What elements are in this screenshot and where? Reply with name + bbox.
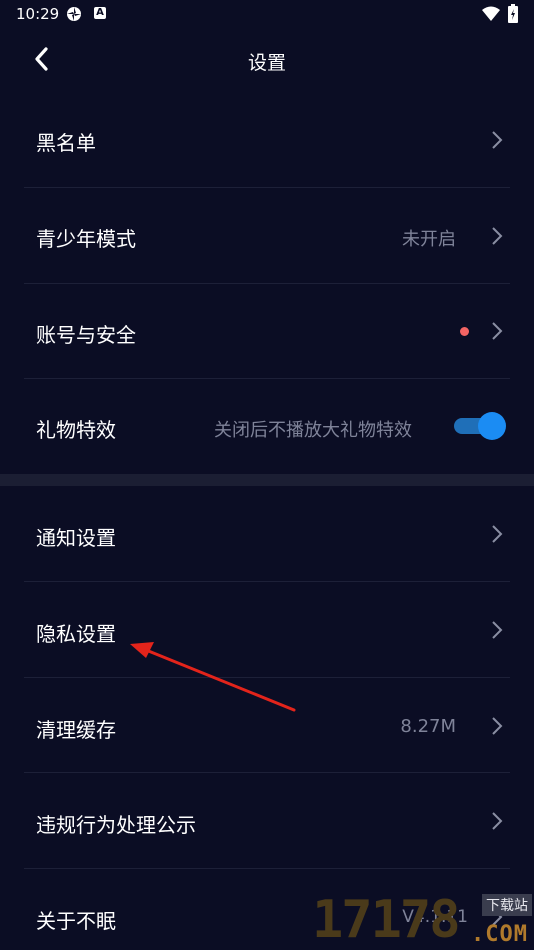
page-title: 设置 [247, 52, 286, 74]
chevron-right-icon [492, 131, 503, 149]
setting-label: 违规行为处理公示 [36, 813, 196, 837]
a-badge-icon: A [94, 7, 106, 19]
watermark-number: 17178 [312, 890, 461, 950]
setting-label: 青少年模式 [36, 227, 136, 251]
setting-label: 账号与安全 [36, 323, 136, 347]
section-separator [0, 474, 534, 486]
chevron-right-icon [492, 812, 503, 830]
setting-teen-mode[interactable]: 青少年模式 未开启 [0, 188, 534, 283]
watermark-domain: .COM [471, 922, 528, 947]
cache-size: 8.27M [400, 716, 456, 737]
chevron-right-icon [492, 717, 503, 735]
setting-gift-effects: 礼物特效 关闭后不播放大礼物特效 [0, 379, 534, 474]
setting-value: 未开启 [402, 229, 456, 250]
setting-privacy[interactable]: 隐私设置 [0, 582, 534, 677]
setting-account-security[interactable]: 账号与安全 [0, 284, 534, 378]
setting-label: 隐私设置 [36, 622, 116, 646]
watermark-logo: 17178 下载站 .COM [308, 888, 534, 950]
setting-label: 通知设置 [36, 526, 116, 550]
setting-hint: 关闭后不播放大礼物特效 [214, 420, 412, 441]
status-bar: 10:29 A [0, 0, 534, 30]
watermark-badge: 下载站 [482, 894, 532, 916]
status-time: 10:29 [16, 5, 60, 23]
setting-violation-notice[interactable]: 违规行为处理公示 [0, 773, 534, 868]
setting-blacklist[interactable]: 黑名单 [0, 92, 534, 187]
chevron-right-icon [492, 621, 503, 639]
battery-icon [508, 4, 518, 23]
setting-notifications[interactable]: 通知设置 [0, 486, 534, 581]
alert-dot [460, 327, 469, 336]
setting-clear-cache[interactable]: 清理缓存 8.27M [0, 678, 534, 773]
setting-label: 清理缓存 [36, 718, 116, 742]
header-bar: 设置 [0, 30, 534, 90]
setting-label: 关于不眠 [36, 909, 116, 933]
gift-effects-toggle[interactable] [454, 412, 506, 440]
setting-label: 黑名单 [36, 131, 96, 155]
chevron-right-icon [492, 227, 503, 245]
wifi-icon [482, 6, 500, 21]
toggle-knob [478, 412, 506, 440]
target-icon [67, 7, 81, 21]
chevron-right-icon [492, 525, 503, 543]
setting-label: 礼物特效 [36, 418, 116, 442]
chevron-right-icon [492, 322, 503, 340]
